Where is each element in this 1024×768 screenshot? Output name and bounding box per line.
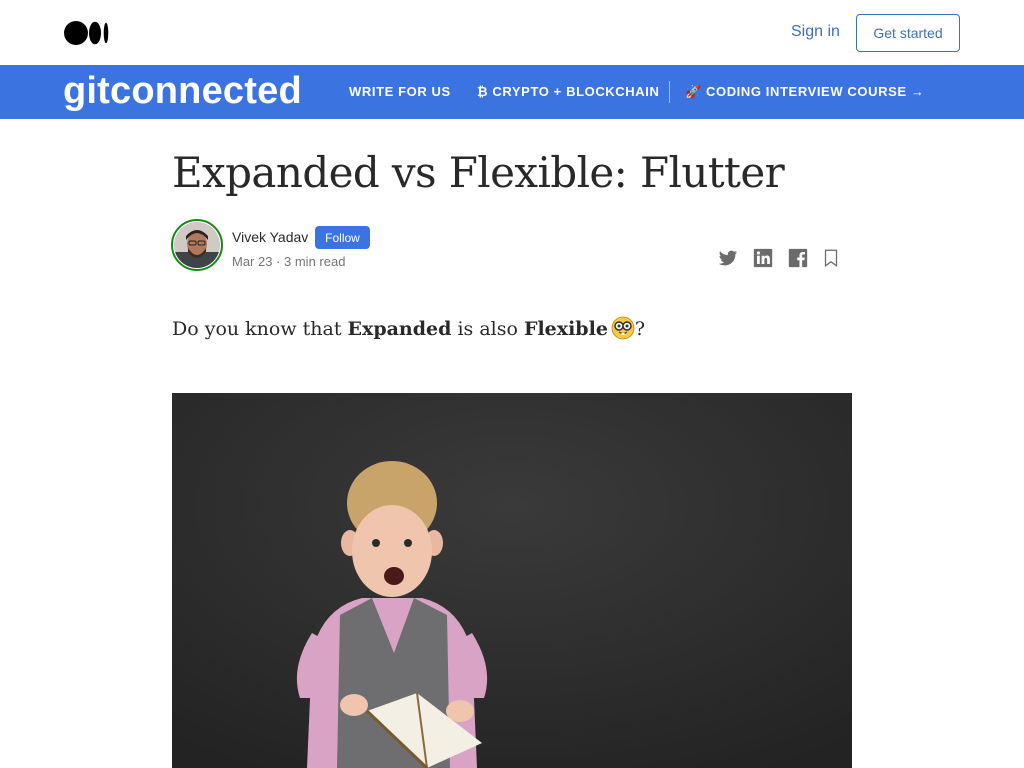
twitter-icon[interactable] [717, 247, 739, 269]
article-title: Expanded vs Flexible: Flutter [172, 148, 785, 197]
lead-text: is also [451, 318, 524, 340]
nav-divider [669, 81, 670, 103]
lead-paragraph: Do you know that Expanded is also Flexib… [172, 316, 645, 340]
sign-in-link[interactable]: Sign in [791, 23, 840, 41]
publication-nav-bar: gitconnected WRITE FOR US ₿ CRYPTO + BLO… [0, 65, 1024, 119]
lead-text: Do you know that [172, 318, 348, 340]
lead-bold-flexible: Flexible [523, 318, 608, 340]
get-started-button[interactable]: Get started [856, 14, 960, 52]
bookmark-icon[interactable] [820, 247, 842, 269]
nerd-face-emoji-icon [611, 316, 635, 340]
follow-button[interactable]: Follow [315, 226, 370, 249]
nav-write-for-us[interactable]: WRITE FOR US [349, 84, 451, 99]
lead-text: ? [634, 318, 646, 340]
facebook-icon[interactable] [787, 247, 809, 269]
linkedin-icon[interactable] [752, 247, 774, 269]
article-hero-image [172, 393, 852, 768]
avatar[interactable] [174, 222, 220, 268]
author-name[interactable]: Vivek Yadav [232, 229, 308, 245]
top-bar: Sign in Get started [0, 0, 1024, 65]
gitconnected-logo[interactable]: gitconnected [63, 70, 302, 112]
medium-logo-icon[interactable] [64, 21, 110, 45]
lead-bold-expanded: Expanded [347, 318, 452, 340]
nav-crypto-blockchain[interactable]: ₿ CRYPTO + BLOCKCHAIN [477, 84, 659, 99]
article-meta: Mar 23 · 3 min read [232, 254, 346, 269]
nav-coding-interview-course[interactable]: 🚀 CODING INTERVIEW COURSE → [685, 84, 924, 100]
